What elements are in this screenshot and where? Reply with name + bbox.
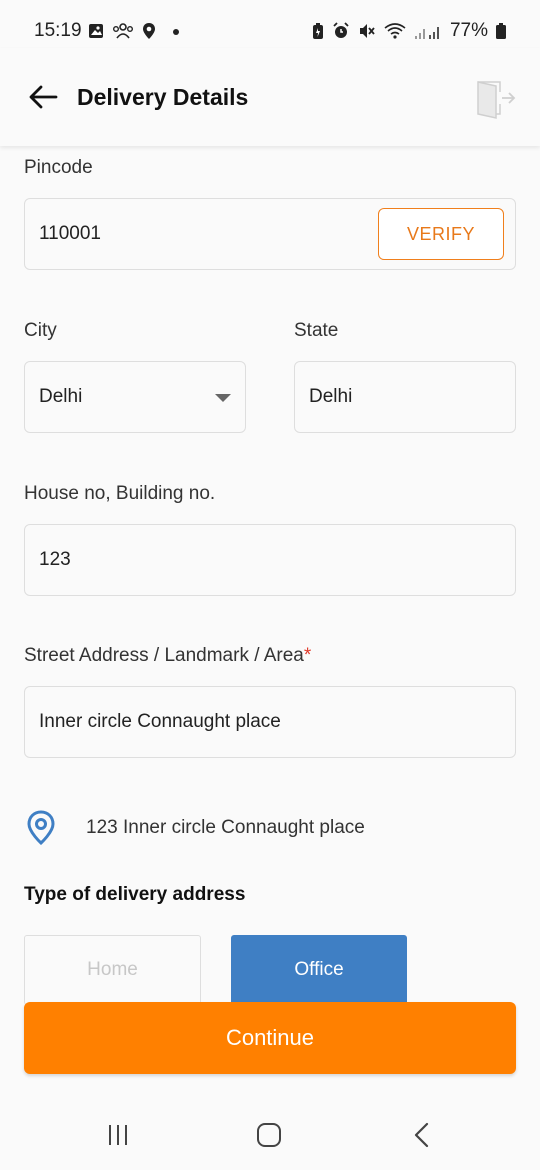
signal-icon (414, 27, 439, 39)
wifi-icon (384, 23, 406, 39)
city-value: Delhi (39, 386, 83, 407)
battery-percent: 77% (449, 20, 488, 41)
city-label: City (24, 320, 57, 341)
state-label: State (294, 320, 339, 341)
street-label-text: Street Address / Landmark / Area (24, 645, 304, 666)
home-type-button[interactable]: Home (24, 935, 201, 1005)
system-nav-bar (0, 1090, 540, 1170)
status-right-icons: 77% (312, 20, 506, 42)
location-pin-icon (143, 23, 155, 39)
pincode-value[interactable]: 110001 (39, 223, 101, 245)
required-mark: * (303, 645, 312, 666)
map-pin-icon (27, 810, 55, 846)
status-left-icons (88, 22, 184, 40)
people-icon (113, 23, 133, 39)
street-label: Street Address / Landmark / Area* (24, 645, 311, 667)
address-type-title: Type of delivery address (24, 884, 246, 905)
dot-icon (173, 29, 179, 35)
home-icon[interactable] (257, 1123, 281, 1147)
city-dropdown[interactable]: Delhi (24, 361, 246, 433)
pincode-field[interactable]: 110001 VERIFY (24, 198, 516, 270)
pincode-label: Pincode (24, 157, 93, 178)
arrow-left-icon[interactable] (28, 84, 58, 110)
gallery-icon (89, 24, 103, 38)
verify-button[interactable]: VERIFY (378, 208, 504, 260)
alarm-icon (333, 22, 349, 38)
mute-icon (359, 24, 375, 38)
street-field[interactable]: Inner circle Connaught place (24, 686, 516, 758)
status-time: 15:19 (34, 20, 82, 41)
state-value: Delhi (309, 386, 353, 407)
recents-icon[interactable] (106, 1124, 130, 1146)
location-text: 123 Inner circle Connaught place (86, 817, 365, 838)
exit-door-icon[interactable] (476, 78, 516, 120)
dropdown-caret-icon[interactable] (215, 394, 231, 402)
battery-icon (496, 23, 506, 39)
location-preview: 123 Inner circle Connaught place (26, 810, 365, 846)
state-field[interactable]: Delhi (294, 361, 516, 433)
app-header: Delivery Details (0, 48, 540, 146)
back-icon[interactable] (412, 1122, 430, 1148)
house-label: House no, Building no. (24, 483, 216, 504)
page-title: Delivery Details (77, 84, 249, 110)
house-field[interactable]: 123 (24, 524, 516, 596)
battery-saver-icon (312, 23, 323, 39)
street-value[interactable]: Inner circle Connaught place (39, 711, 281, 733)
office-type-button[interactable]: Office (231, 935, 407, 1005)
continue-button[interactable]: Continue (24, 1002, 516, 1074)
house-value[interactable]: 123 (39, 549, 71, 571)
